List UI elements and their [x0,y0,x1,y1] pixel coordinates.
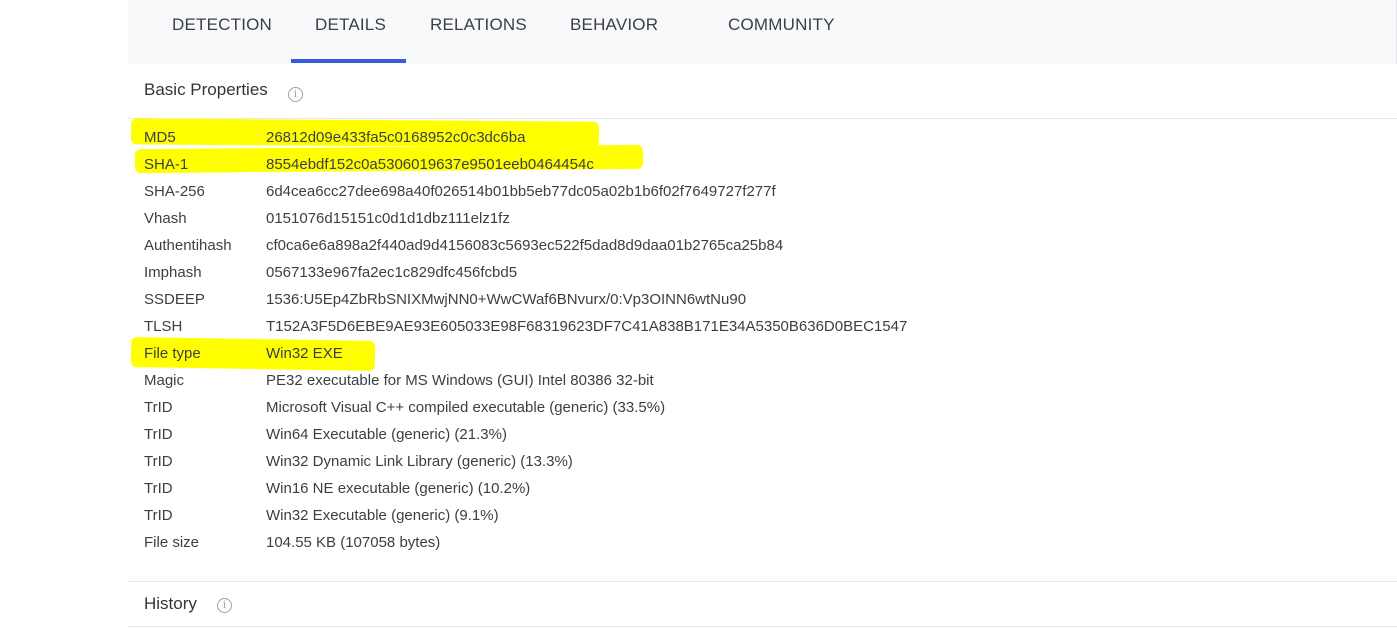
property-value: 104.55 KB (107058 bytes) [266,534,441,551]
history-title: History [144,594,197,613]
property-value: Win32 EXE [266,345,343,362]
property-value: Win32 Dynamic Link Library (generic) (13… [266,453,573,470]
property-key: File type [144,345,201,362]
property-key: TrID [144,453,173,470]
property-key: Vhash [144,210,187,227]
property-value: 1536:U5Ep4ZbRbSNIXMwjNN0+WwCWaf6BNvurx/0… [266,291,747,308]
property-key: SHA-256 [144,183,205,200]
property-value: cf0ca6e6a898a2f440ad9d4156083c5693ec522f… [266,237,784,254]
property-value: Win16 NE executable (generic) (10.2%) [266,480,531,497]
active-tab-indicator [291,59,406,63]
property-key: Magic [144,372,185,389]
property-key: SHA-1 [144,156,189,173]
property-key: MD5 [144,129,176,146]
history-header[interactable]: History i [128,582,1397,627]
property-key: TrID [144,480,173,497]
property-value: 0151076d15151c0d1d1dbz111elz1fz [266,210,510,227]
basic-properties-header[interactable]: Basic Properties i [128,66,1397,119]
property-key: SSDEEP [144,291,205,308]
tab-details[interactable]: DETAILS [315,0,386,50]
property-value: 8554ebdf152c0a5306019637e9501eeb0464454c [266,156,594,173]
property-key: Authentihash [144,237,232,254]
property-key: File size [144,534,200,551]
property-key: TLSH [144,318,183,335]
property-value: PE32 executable for MS Windows (GUI) Int… [266,372,654,389]
info-icon[interactable]: i [288,87,303,102]
basic-properties-title: Basic Properties [144,80,268,99]
property-key: Imphash [144,264,202,281]
tab-detection[interactable]: DETECTION [172,0,272,50]
property-value: 26812d09e433fa5c0168952c0c3dc6ba [266,129,526,146]
property-key: TrID [144,426,173,443]
property-value: Microsoft Visual C++ compiled executable… [266,399,666,416]
tab-behavior[interactable]: BEHAVIOR [570,0,658,50]
property-value: T152A3F5D6EBE9AE93E605033E98F68319623DF7… [266,318,908,335]
page: DETECTION DETAILS RELATIONS BEHAVIOR COM… [0,0,1397,628]
tab-community[interactable]: COMMUNITY [728,0,835,50]
property-key: TrID [144,507,173,524]
property-value: 6d4cea6cc27dee698a40f026514b01bb5eb77dc0… [266,183,776,200]
property-value: Win64 Executable (generic) (21.3%) [266,426,507,443]
info-icon[interactable]: i [217,598,232,613]
tab-relations[interactable]: RELATIONS [430,0,527,50]
property-value: 0567133e967fa2ec1c829dfc456fcbd5 [266,264,518,281]
property-key: TrID [144,399,173,416]
property-value: Win32 Executable (generic) (9.1%) [266,507,499,524]
tab-bar: DETECTION DETAILS RELATIONS BEHAVIOR COM… [128,0,1397,64]
